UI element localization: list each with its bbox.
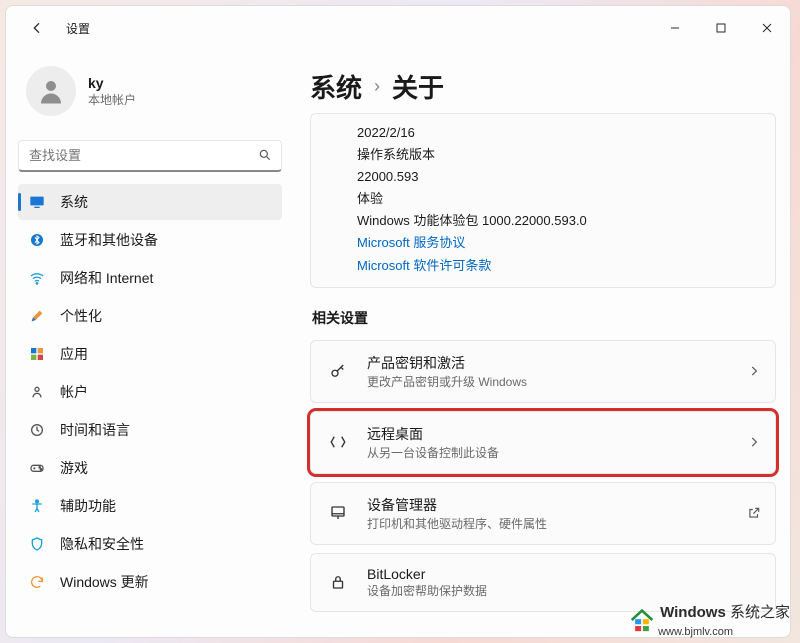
spec-date: 2022/2/16 bbox=[357, 122, 761, 144]
card-title: 产品密钥和激活 bbox=[367, 353, 747, 373]
sidebar-item-label: 游戏 bbox=[60, 458, 88, 478]
sidebar-item-accessibility[interactable]: 辅助功能 bbox=[18, 488, 282, 524]
account-profile[interactable]: ky 本地帐户 bbox=[18, 50, 282, 126]
card-device-manager[interactable]: 设备管理器 打印机和其他驱动程序、硬件属性 bbox=[310, 482, 776, 545]
avatar bbox=[26, 66, 76, 116]
card-product-key[interactable]: 产品密钥和激活 更改产品密钥或升级 Windows bbox=[310, 340, 776, 403]
breadcrumb-leaf: 关于 bbox=[392, 68, 444, 105]
bluetooth-icon bbox=[28, 231, 46, 249]
minimize-button[interactable] bbox=[652, 12, 698, 44]
card-title: BitLocker bbox=[367, 566, 761, 582]
system-icon bbox=[28, 193, 46, 211]
watermark-brand: Windows bbox=[660, 604, 726, 621]
sidebar-item-apps[interactable]: 应用 bbox=[18, 336, 282, 372]
sidebar-item-time-language[interactable]: 时间和语言 bbox=[18, 412, 282, 448]
sidebar-item-network[interactable]: 网络和 Internet bbox=[18, 260, 282, 296]
sidebar-item-privacy[interactable]: 隐私和安全性 bbox=[18, 526, 282, 562]
chevron-right-icon: › bbox=[374, 76, 380, 97]
chevron-right-icon bbox=[747, 364, 761, 378]
card-subtitle: 设备加密帮助保护数据 bbox=[367, 582, 761, 599]
sidebar-item-label: 辅助功能 bbox=[60, 496, 116, 516]
card-subtitle: 更改产品密钥或升级 Windows bbox=[367, 373, 747, 390]
sidebar-item-update[interactable]: Windows 更新 bbox=[18, 564, 282, 600]
close-button[interactable] bbox=[744, 12, 790, 44]
search-box[interactable] bbox=[18, 140, 282, 172]
key-icon bbox=[325, 362, 351, 380]
wifi-icon bbox=[28, 269, 46, 287]
card-title: 设备管理器 bbox=[367, 495, 747, 515]
shield-icon bbox=[28, 535, 46, 553]
spec-os-build: 22000.593 bbox=[357, 166, 761, 188]
sidebar-item-label: 个性化 bbox=[60, 306, 102, 326]
sidebar-item-label: 网络和 Internet bbox=[60, 268, 153, 288]
time-language-icon bbox=[28, 421, 46, 439]
spec-experience-value: Windows 功能体验包 1000.22000.593.0 bbox=[357, 210, 761, 232]
search-icon bbox=[258, 148, 272, 162]
apps-icon bbox=[28, 345, 46, 363]
open-external-icon bbox=[747, 506, 761, 520]
watermark: Windows 系统之家 www.bjmlv.com bbox=[628, 601, 790, 639]
sidebar-item-label: 隐私和安全性 bbox=[60, 534, 144, 554]
chevron-right-icon bbox=[747, 435, 761, 449]
breadcrumb-root[interactable]: 系统 bbox=[310, 68, 362, 105]
accessibility-icon bbox=[28, 497, 46, 515]
sidebar-item-label: 帐户 bbox=[60, 382, 88, 402]
sidebar-item-system[interactable]: 系统 bbox=[18, 184, 282, 220]
update-icon bbox=[28, 573, 46, 591]
lock-icon bbox=[325, 573, 351, 591]
card-subtitle: 打印机和其他驱动程序、硬件属性 bbox=[367, 515, 747, 532]
sidebar-item-label: 蓝牙和其他设备 bbox=[60, 230, 158, 250]
sidebar-item-label: Windows 更新 bbox=[60, 572, 149, 592]
link-license-terms[interactable]: Microsoft 软件许可条款 bbox=[357, 255, 761, 277]
sidebar-item-bluetooth[interactable]: 蓝牙和其他设备 bbox=[18, 222, 282, 258]
link-service-agreement[interactable]: Microsoft 服务协议 bbox=[357, 232, 761, 254]
card-subtitle: 从另一台设备控制此设备 bbox=[367, 444, 747, 461]
accounts-icon bbox=[28, 383, 46, 401]
gaming-icon bbox=[28, 459, 46, 477]
windows-spec-panel: 2022/2/16 操作系统版本 22000.593 体验 Windows 功能… bbox=[310, 113, 776, 288]
sidebar-item-label: 时间和语言 bbox=[60, 420, 130, 440]
maximize-button[interactable] bbox=[698, 12, 744, 44]
sidebar-item-label: 应用 bbox=[60, 344, 88, 364]
section-title-related: 相关设置 bbox=[312, 308, 776, 328]
sidebar-item-personalization[interactable]: 个性化 bbox=[18, 298, 282, 334]
sidebar-item-accounts[interactable]: 帐户 bbox=[18, 374, 282, 410]
profile-name: ky bbox=[88, 75, 136, 91]
sidebar-item-gaming[interactable]: 游戏 bbox=[18, 450, 282, 486]
brush-icon bbox=[28, 307, 46, 325]
watermark-suffix: 系统之家 bbox=[730, 604, 790, 621]
watermark-url: www.bjmlv.com bbox=[658, 626, 733, 638]
sidebar-item-label: 系统 bbox=[60, 192, 88, 212]
card-remote-desktop[interactable]: 远程桌面 从另一台设备控制此设备 bbox=[310, 411, 776, 474]
remote-desktop-icon bbox=[325, 433, 351, 451]
house-icon bbox=[628, 608, 656, 632]
profile-subtitle: 本地帐户 bbox=[88, 91, 136, 108]
search-input[interactable] bbox=[18, 140, 282, 172]
breadcrumb: 系统 › 关于 bbox=[310, 68, 776, 105]
device-manager-icon bbox=[325, 504, 351, 522]
window-title: 设置 bbox=[66, 20, 90, 37]
spec-experience-label: 体验 bbox=[357, 188, 761, 210]
back-button[interactable] bbox=[22, 13, 52, 43]
spec-os-label: 操作系统版本 bbox=[357, 144, 761, 166]
card-title: 远程桌面 bbox=[367, 424, 747, 444]
